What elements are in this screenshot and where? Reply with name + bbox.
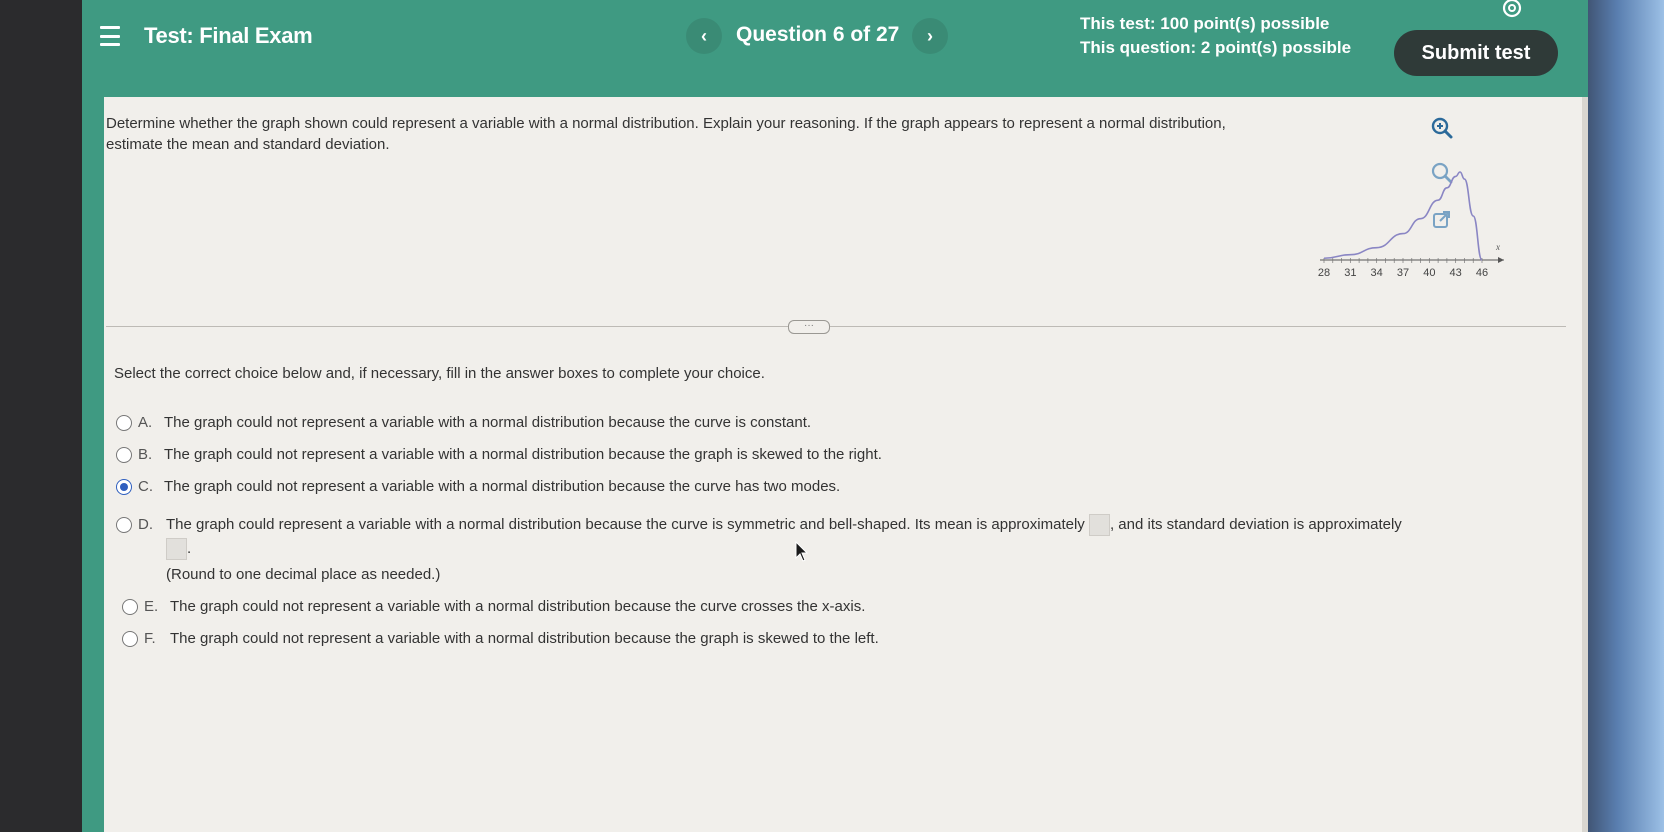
choice-letter: B. <box>138 446 153 463</box>
left-accent-strip <box>82 97 104 832</box>
radio-button-d[interactable] <box>116 517 132 533</box>
radio-button-b[interactable] <box>116 447 132 463</box>
answer-instructions: Select the correct choice below and, if … <box>114 365 765 382</box>
chevron-right-icon: › <box>927 25 933 46</box>
points-info: This test: 100 point(s) possible This qu… <box>1080 12 1351 60</box>
chevron-left-icon: ‹ <box>701 25 707 46</box>
choice-letter: F. <box>144 630 156 647</box>
next-question-button[interactable]: › <box>912 18 948 54</box>
x-tick-label: 28 <box>1318 267 1330 279</box>
monitor-bezel-right <box>1580 0 1664 832</box>
x-tick-label: 34 <box>1371 267 1383 279</box>
choice-d-text-part1: The graph could represent a variable wit… <box>166 516 1085 533</box>
x-tick-label: 43 <box>1450 267 1462 279</box>
x-axis-arrow <box>1498 257 1504 263</box>
section-divider <box>106 326 1566 327</box>
choice-letter: D. <box>138 516 153 533</box>
test-points: This test: 100 point(s) possible <box>1080 14 1330 33</box>
std-answer-box[interactable] <box>166 538 187 561</box>
question-points: This question: 2 point(s) possible <box>1080 38 1352 57</box>
choice-d-text-part2: , and its standard deviation is approxim… <box>1109 516 1402 533</box>
choice-letter: A. <box>138 414 153 431</box>
zoom-in-icon[interactable] <box>1428 114 1456 142</box>
app-screen: Test: Final Exam ‹ Question 6 of 27 › Th… <box>82 0 1588 832</box>
choice-letter: C. <box>138 478 153 495</box>
choice-text: The graph could represent a variable wit… <box>166 514 1402 537</box>
choice-d-line2: . <box>166 538 192 561</box>
choice-text: The graph could not represent a variable… <box>164 414 812 431</box>
resize-handle[interactable]: ··· <box>788 320 830 334</box>
scrollbar[interactable] <box>1582 97 1588 832</box>
question-prompt: Determine whether the graph shown could … <box>106 115 1226 153</box>
choice-text: The graph could not represent a variable… <box>164 478 841 495</box>
radio-button-f[interactable] <box>122 631 138 647</box>
x-tick-label: 31 <box>1344 267 1356 279</box>
question-counter[interactable]: Question 6 of 27 <box>736 23 899 47</box>
x-axis-label: x <box>1495 242 1500 252</box>
radio-button-e[interactable] <box>122 599 138 615</box>
rounding-note: (Round to one decimal place as needed.) <box>166 566 441 583</box>
test-header: Test: Final Exam ‹ Question 6 of 27 › Th… <box>82 0 1588 97</box>
x-tick-label: 46 <box>1476 267 1488 279</box>
radio-button-c[interactable] <box>116 479 132 495</box>
distribution-graph: 28 31 34 37 40 43 46 x <box>1318 171 1504 279</box>
menu-icon[interactable] <box>100 26 120 46</box>
mean-answer-box[interactable] <box>1088 514 1110 537</box>
gear-icon[interactable] <box>1498 0 1526 22</box>
choice-text: The graph could not represent a variable… <box>170 598 866 615</box>
test-title: Test: Final Exam <box>144 23 313 48</box>
x-tick-label: 40 <box>1423 267 1435 279</box>
previous-question-button[interactable]: ‹ <box>686 18 722 54</box>
choice-text: The graph could not represent a variable… <box>170 630 879 647</box>
choice-d-text-part3: . <box>187 540 192 557</box>
mouse-cursor-icon <box>795 541 809 562</box>
distribution-curve <box>1323 171 1483 261</box>
radio-button-a[interactable] <box>116 415 132 431</box>
choice-text: The graph could not represent a variable… <box>164 446 882 463</box>
choice-letter: E. <box>144 598 159 615</box>
x-tick-label: 37 <box>1397 267 1409 279</box>
submit-test-button[interactable]: Submit test <box>1394 30 1558 76</box>
